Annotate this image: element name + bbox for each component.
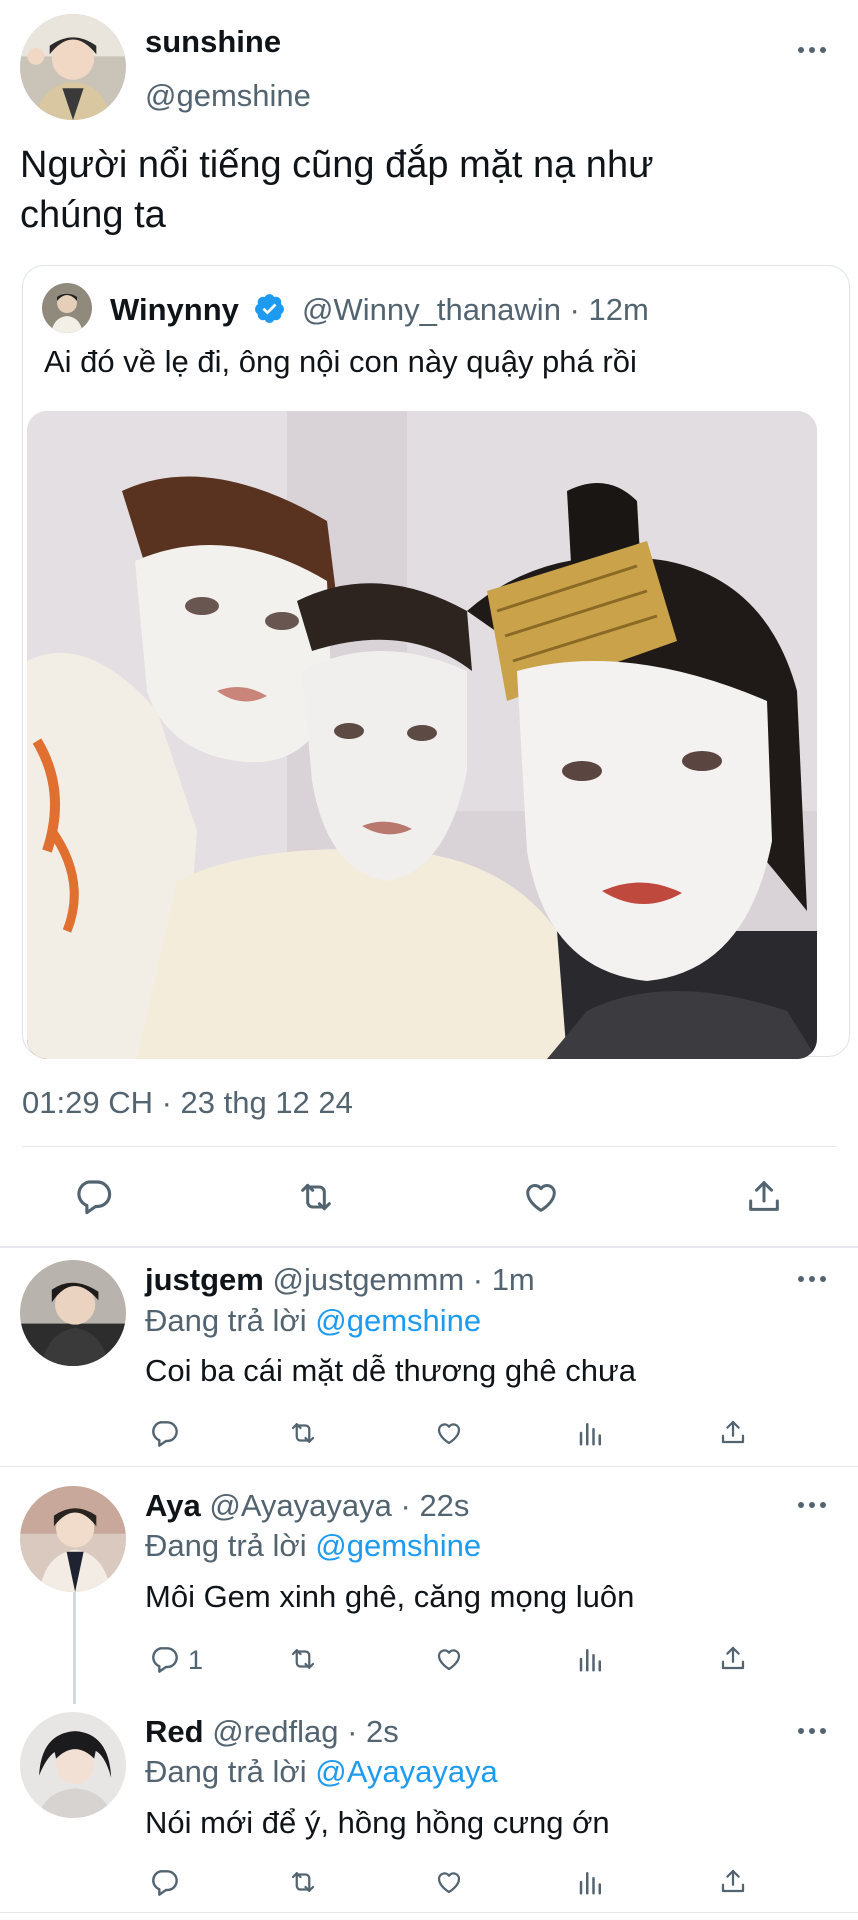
replying-prefix: Đang trả lời [145, 1528, 307, 1563]
reply-count: 1 [188, 1645, 204, 1675]
quoted-tweet-text: Ai đó về lẹ đi, ông nội con này quậy phá… [44, 344, 637, 379]
reply-avatar[interactable] [20, 1712, 126, 1818]
reply-header: justgem @justgemmm · 1m [145, 1262, 535, 1298]
reply-header: Aya @Ayayayaya · 22s [145, 1488, 469, 1524]
share-icon[interactable] [718, 1865, 748, 1897]
replying-to-line: Đang trả lời @Ayayayaya [145, 1754, 498, 1790]
verified-icon [253, 292, 286, 325]
reply-display-name[interactable]: Red [145, 1714, 204, 1749]
reply-handle-time[interactable]: @redflag · 2s [212, 1714, 399, 1749]
reply-display-name[interactable]: justgem [145, 1262, 264, 1297]
author-display-name[interactable]: sunshine [145, 24, 281, 60]
reply-divider [0, 1466, 858, 1467]
quoted-author-avatar[interactable] [42, 283, 92, 333]
reply-text: Môi Gem xinh ghê, căng mọng luôn [145, 1579, 635, 1614]
replying-to-handle[interactable]: @Ayayayaya [315, 1754, 498, 1789]
thread-connector-line [73, 1592, 76, 1704]
author-handle[interactable]: @gemshine [145, 78, 311, 114]
replying-prefix: Đang trả lời [145, 1754, 307, 1789]
reply-text: Coi ba cái mặt dễ thương ghê chưa [145, 1353, 636, 1388]
reply-handle-time[interactable]: @Ayayayaya · 22s [209, 1488, 469, 1523]
reply-icon[interactable] [148, 1417, 180, 1449]
tweet-text-line-1: Người nổi tiếng cũng đắp mặt nạ như [20, 144, 654, 186]
quoted-display-name[interactable]: Winynny [110, 292, 239, 328]
section-divider [0, 1246, 858, 1248]
tweet-text-line-2: chúng ta [20, 194, 166, 236]
author-avatar[interactable] [20, 14, 126, 120]
like-icon[interactable] [433, 1867, 465, 1897]
retweet-icon[interactable] [287, 1867, 319, 1897]
share-icon[interactable] [718, 1642, 748, 1674]
reply-header: Red @redflag · 2s [145, 1714, 399, 1750]
more-icon[interactable] [798, 1274, 828, 1284]
reply-display-name[interactable]: Aya [145, 1488, 201, 1523]
quoted-handle-time[interactable]: @Winny_thanawin · 12m [302, 292, 649, 328]
reply-icon[interactable] [72, 1175, 114, 1217]
reply-icon[interactable] [148, 1643, 180, 1675]
replying-to-line: Đang trả lời @gemshine [145, 1303, 481, 1339]
views-icon[interactable] [576, 1418, 606, 1448]
views-icon[interactable] [576, 1644, 606, 1674]
replying-prefix: Đang trả lời [145, 1303, 307, 1338]
replying-to-line: Đang trả lời @gemshine [145, 1528, 481, 1564]
replying-to-handle[interactable]: @gemshine [315, 1528, 481, 1563]
share-icon[interactable] [744, 1175, 784, 1217]
retweet-icon[interactable] [287, 1644, 319, 1674]
tweet-text: Người nổi tiếng cũng đắp mặt nạ như chún… [20, 140, 654, 240]
more-icon[interactable] [798, 45, 828, 55]
views-icon[interactable] [576, 1867, 606, 1897]
reply-text: Nói mới để ý, hồng hồng cưng ớn [145, 1805, 610, 1840]
quoted-tweet-photo[interactable] [27, 411, 817, 1059]
like-icon[interactable] [433, 1418, 465, 1448]
more-icon[interactable] [798, 1500, 828, 1510]
retweet-icon[interactable] [287, 1418, 319, 1448]
bottom-divider [0, 1912, 858, 1913]
replying-to-handle[interactable]: @gemshine [315, 1303, 481, 1338]
reply-handle-time[interactable]: @justgemmm · 1m [272, 1262, 534, 1297]
reply-icon[interactable] [148, 1866, 180, 1898]
reply-avatar[interactable] [20, 1260, 126, 1366]
tweet-timestamp[interactable]: 01:29 CH · 23 thg 12 24 [22, 1085, 353, 1121]
more-icon[interactable] [798, 1726, 828, 1736]
share-icon[interactable] [718, 1416, 748, 1448]
retweet-icon[interactable] [295, 1177, 337, 1217]
like-icon[interactable] [433, 1644, 465, 1674]
like-icon[interactable] [520, 1177, 562, 1217]
reply-avatar[interactable] [20, 1486, 126, 1592]
divider [22, 1146, 836, 1147]
